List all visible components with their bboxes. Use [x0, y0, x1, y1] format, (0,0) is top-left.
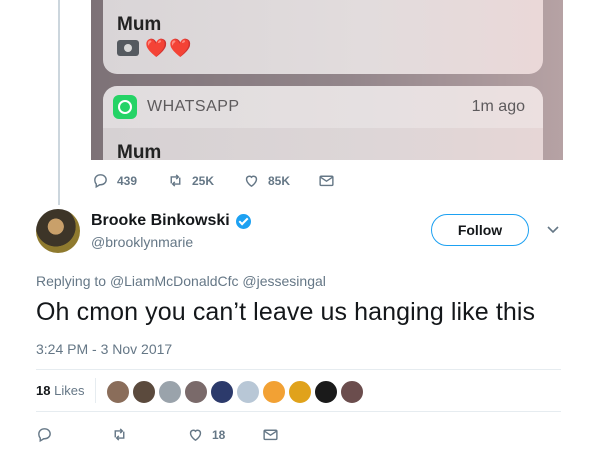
camera-icon	[117, 40, 139, 56]
liker-avatar[interactable]	[314, 380, 338, 404]
divider	[36, 411, 561, 412]
avatar[interactable]	[36, 209, 80, 253]
reply-action[interactable]: 439	[92, 172, 137, 189]
thread-line	[58, 0, 60, 205]
envelope-icon	[263, 429, 278, 441]
like-count: 85K	[268, 173, 291, 188]
notification-sender: Mum	[117, 142, 162, 160]
likes-summary[interactable]: 18 Likes	[36, 383, 84, 398]
notification-card-mum: Mum ❤️❤️	[103, 0, 543, 74]
retweet-icon	[114, 428, 125, 441]
reply-count: 439	[117, 173, 138, 188]
liker-avatar[interactable]	[106, 380, 130, 404]
follow-button[interactable]: Follow	[431, 214, 529, 246]
liker-avatar[interactable]	[236, 380, 260, 404]
liker-avatar[interactable]	[262, 380, 286, 404]
liker-avatar[interactable]	[184, 380, 208, 404]
notification-header: WHATSAPP 1m ago	[103, 86, 543, 128]
chevron-down-icon[interactable]	[547, 226, 559, 234]
notification-time: 1m ago	[471, 98, 525, 115]
retweet-count: 25K	[192, 173, 215, 188]
liker-avatar[interactable]	[288, 380, 312, 404]
divider	[36, 369, 561, 370]
message-action[interactable]	[262, 426, 287, 443]
tweet-timestamp[interactable]: 3:24 PM - 3 Nov 2017	[36, 341, 172, 357]
quoted-screenshot[interactable]: Mum ❤️❤️ WHATSAPP 1m ago Mum	[91, 0, 563, 160]
notification-message: ❤️❤️	[117, 38, 194, 59]
author-name-text: Brooke Binkowski	[91, 212, 230, 229]
liker-avatar[interactable]	[132, 380, 156, 404]
liker-avatar[interactable]	[340, 380, 364, 404]
author-name[interactable]: Brooke Binkowski	[91, 212, 251, 230]
message-action[interactable]	[318, 172, 343, 189]
like-action[interactable]: 85K	[243, 172, 290, 189]
retweet-action[interactable]	[111, 426, 136, 443]
notification-app-name: WHATSAPP	[147, 98, 240, 115]
reply-icon	[38, 428, 51, 443]
quoted-tweet-actions: 439 25K 85K	[92, 172, 392, 192]
notification-sender: Mum	[117, 14, 162, 35]
replying-to: Replying to @LiamMcDonaldCfc @jessesinga…	[36, 273, 326, 289]
heart-icon	[245, 175, 258, 188]
divider	[95, 378, 96, 403]
heart-emojis: ❤️❤️	[145, 38, 194, 58]
like-action[interactable]: 18	[187, 426, 225, 443]
author-handle[interactable]: @brooklynmarie	[91, 234, 193, 250]
like-count: 18	[212, 427, 226, 442]
tweet-text: Oh cmon you can’t leave us hanging like …	[36, 298, 536, 326]
likes-label: Likes	[54, 383, 85, 398]
whatsapp-icon	[113, 95, 137, 119]
liker-avatars	[106, 380, 366, 404]
replying-mentions[interactable]: @LiamMcDonaldCfc @jessesingal	[110, 273, 326, 289]
retweet-action[interactable]: 25K	[167, 172, 214, 189]
verified-badge-icon	[235, 213, 251, 229]
replying-prefix: Replying to	[36, 273, 107, 289]
notification-card-whatsapp: WHATSAPP 1m ago Mum	[103, 86, 543, 160]
envelope-icon	[319, 175, 334, 187]
reply-icon	[94, 174, 107, 189]
liker-avatar[interactable]	[158, 380, 182, 404]
tweet-actions: 18	[36, 426, 336, 446]
liker-avatar[interactable]	[210, 380, 234, 404]
reply-action[interactable]	[36, 426, 61, 443]
retweet-icon	[170, 174, 181, 187]
heart-icon	[189, 429, 202, 442]
likes-count: 18	[36, 383, 51, 398]
